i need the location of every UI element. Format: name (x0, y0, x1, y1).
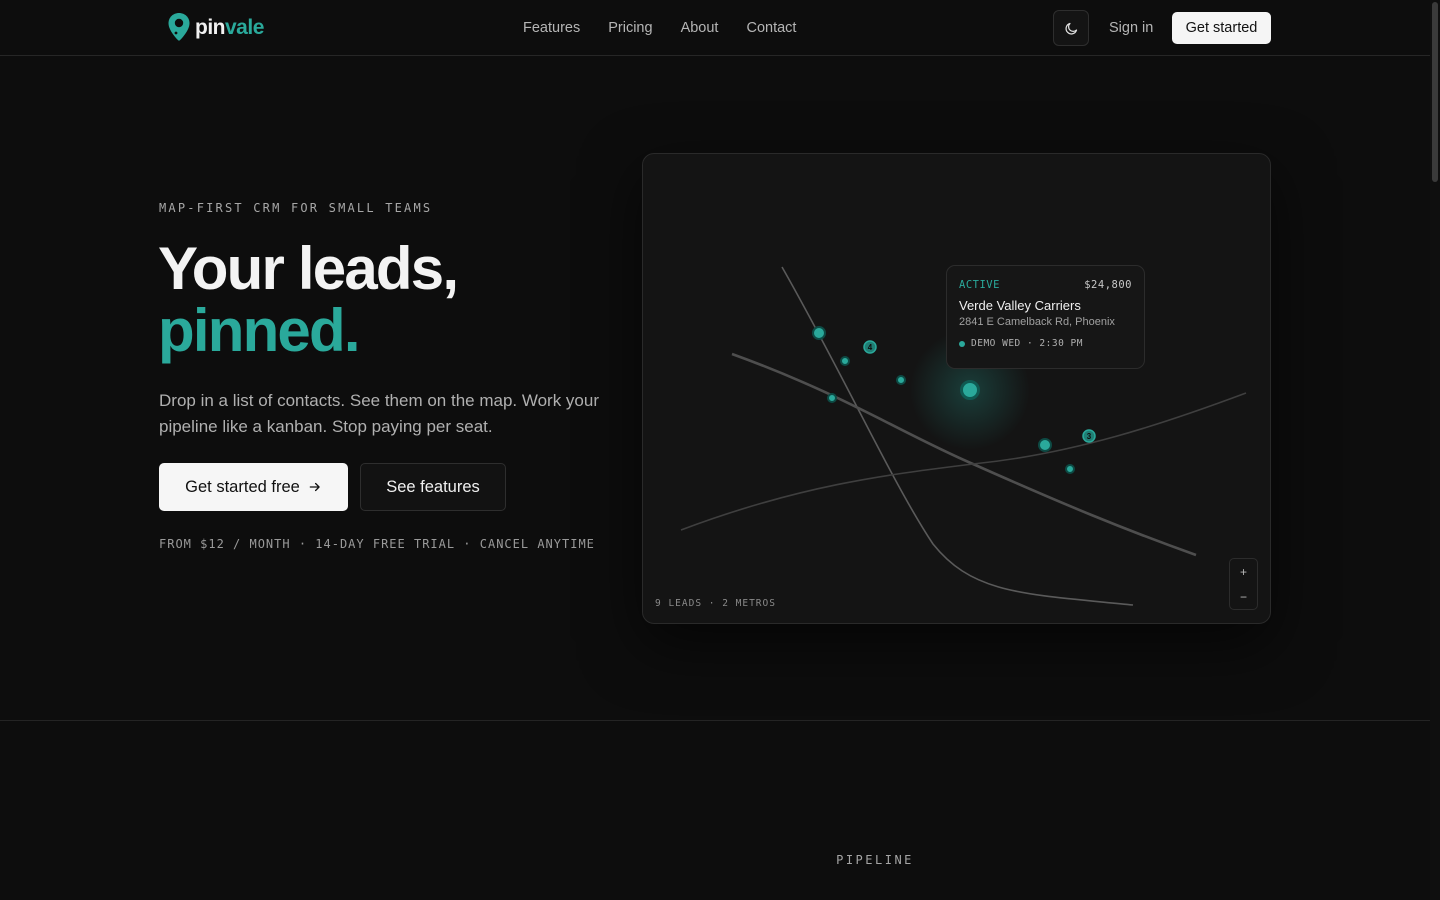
nav-features[interactable]: Features (509, 18, 594, 38)
arrow-right-icon (309, 482, 320, 492)
lead-pin[interactable] (812, 326, 826, 340)
cluster-pin[interactable]: 4 (863, 340, 877, 354)
lead-popup-header: ACTIVE $24,800 (959, 279, 1132, 291)
nav-contact[interactable]: Contact (732, 18, 810, 38)
nav-pricing[interactable]: Pricing (594, 18, 666, 38)
site-header: pinvale Features Pricing About Contact S… (0, 0, 1430, 56)
lead-pin-active[interactable] (960, 380, 980, 400)
logo[interactable]: pinvale (167, 12, 264, 42)
event-dot-icon (959, 340, 965, 347)
map-lead-summary: 9 LEADS · 2 METROS (655, 598, 776, 609)
get-started-free-label: Get started free (185, 477, 300, 496)
lead-pin[interactable] (827, 393, 837, 403)
map-pin-logo-icon (168, 13, 190, 41)
lead-company-name: Verde Valley Carriers (959, 298, 1081, 313)
headline-line-2: pinned. (158, 297, 361, 364)
hero-description: Drop in a list of contacts. See them on … (159, 391, 599, 436)
lead-pin[interactable] (896, 375, 906, 385)
zoom-out-button[interactable]: − (1240, 590, 1247, 604)
get-started-button[interactable]: Get started (1172, 12, 1271, 44)
hero-headline: Your leads, pinned. (158, 235, 459, 364)
brand-name-part1: pin (195, 15, 226, 39)
lead-pin[interactable] (1065, 464, 1075, 474)
pipeline-label: PIPELINE (836, 853, 914, 867)
theme-toggle-button[interactable] (1053, 10, 1089, 46)
lead-pin[interactable] (1038, 438, 1052, 452)
nav-about[interactable]: About (667, 18, 733, 38)
lead-status-badge: ACTIVE (959, 279, 1000, 291)
get-started-free-button[interactable]: Get started free (159, 463, 348, 511)
moon-icon (1064, 22, 1077, 35)
map-preview[interactable]: 4 3 ACTIVE $24,800 Verde Valley Carriers… (642, 153, 1271, 624)
lead-next-event: DEMO WED · 2:30 PM (959, 338, 1132, 349)
lead-deal-value: $24,800 (1084, 279, 1132, 291)
cluster-count: 3 (1087, 432, 1092, 441)
brand-name: pinvale (195, 17, 264, 38)
pipeline-section-heading: PIPELINE (0, 853, 1430, 873)
page-scrollbar[interactable] (1430, 0, 1440, 900)
brand-name-part2: vale (225, 15, 264, 39)
cluster-pin[interactable]: 3 (1082, 429, 1096, 443)
section-divider (0, 720, 1430, 721)
headline-line-1: Your leads, (158, 235, 459, 302)
map-canvas: 4 3 (680, 266, 1247, 606)
lead-event-label: DEMO WED · 2:30 PM (971, 338, 1083, 349)
see-features-button[interactable]: See features (360, 463, 506, 511)
hero-eyebrow: MAP-FIRST CRM FOR SMALL TEAMS (159, 201, 433, 215)
map-zoom-controls: + − (1229, 558, 1258, 610)
sign-in-link[interactable]: Sign in (1109, 18, 1153, 38)
zoom-in-button[interactable]: + (1240, 565, 1247, 579)
lead-pin[interactable] (840, 356, 850, 366)
lead-popup-card[interactable]: ACTIVE $24,800 Verde Valley Carriers 284… (946, 265, 1145, 369)
pricing-fine-print: FROM $12 / MONTH · 14-DAY FREE TRIAL · C… (159, 537, 595, 551)
scrollbar-thumb[interactable] (1432, 2, 1438, 182)
lead-address: 2841 E Camelback Rd, Phoenix (959, 316, 1115, 328)
main-nav: Features Pricing About Contact (509, 18, 810, 38)
cluster-count: 4 (868, 343, 873, 352)
